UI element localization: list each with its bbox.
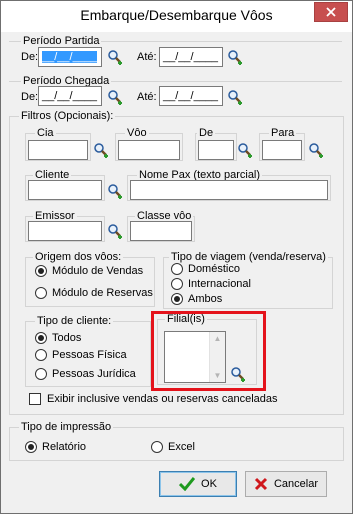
chegada-ate-field[interactable]: __/__/____ (159, 86, 223, 106)
ok-button[interactable]: OK (159, 471, 237, 497)
para-label: Para (269, 127, 297, 139)
dialog-window: Embarque/Desembarque Vôos Período Partid… (0, 0, 353, 514)
cia-field[interactable] (28, 140, 88, 160)
chegada-de-label: De: (21, 91, 39, 103)
checkbox-indicator (29, 393, 41, 405)
origem-label: Origem dos vôos: (33, 251, 124, 263)
origem-vendas-radio[interactable]: Módulo de Vendas (35, 265, 143, 277)
radio-indicator (35, 287, 47, 299)
search-icon[interactable] (107, 183, 123, 199)
check-icon (179, 477, 196, 491)
pessoa-fisica-radio[interactable]: Pessoas Física (35, 349, 127, 361)
pessoa-juridica-label: Pessoas Jurídica (52, 368, 136, 380)
de-field[interactable] (198, 140, 234, 160)
chegada-de-field[interactable]: __/__/____ (38, 86, 102, 106)
origem-reservas-label: Módulo de Reservas (52, 287, 153, 299)
window-title: Embarque/Desembarque Vôos (80, 7, 273, 23)
search-icon[interactable] (227, 89, 243, 105)
pessoa-juridica-radio[interactable]: Pessoas Jurídica (35, 368, 136, 380)
radio-indicator (35, 368, 47, 380)
voo-label: Vôo (125, 127, 149, 139)
tipo-cliente-label: Tipo de cliente: (35, 315, 114, 327)
excel-label: Excel (168, 441, 195, 453)
cliente-field[interactable] (28, 180, 102, 200)
internacional-label: Internacional (188, 278, 251, 290)
search-icon[interactable] (93, 142, 109, 158)
search-icon[interactable] (227, 49, 243, 65)
x-icon (254, 477, 268, 491)
para-field[interactable] (262, 140, 302, 160)
internacional-radio[interactable]: Internacional (171, 278, 251, 290)
radio-indicator (35, 349, 47, 361)
voo-field[interactable] (118, 140, 180, 160)
tipo-viagem-label: Tipo de viagem (venda/reserva) (169, 251, 328, 263)
cancel-label: Cancelar (273, 478, 319, 490)
de-label: De (197, 127, 216, 139)
excel-radio[interactable]: Excel (151, 441, 195, 453)
radio-indicator (171, 263, 183, 275)
filial-highlight-annotation (151, 311, 266, 391)
exibir-canceladas-checkbox[interactable]: Exibir inclusive vendas ou reservas canc… (29, 393, 278, 405)
cia-label: Cia (35, 127, 56, 139)
radio-indicator (171, 278, 183, 290)
ambos-label: Ambos (188, 293, 223, 305)
relatorio-label: Relatório (42, 441, 87, 453)
cancel-button[interactable]: Cancelar (245, 471, 327, 497)
filtros-label: Filtros (Opcionais): (19, 110, 116, 122)
pessoa-fisica-label: Pessoas Física (52, 349, 127, 361)
partida-de-label: De: (21, 51, 39, 63)
classe-voo-field[interactable] (130, 221, 192, 241)
domestico-label: Doméstico (188, 263, 240, 275)
search-icon[interactable] (237, 142, 253, 158)
close-button[interactable] (314, 2, 348, 22)
domestico-radio[interactable]: Doméstico (171, 263, 240, 275)
search-icon[interactable] (107, 223, 123, 239)
todos-label: Todos (52, 332, 82, 344)
search-icon[interactable] (308, 142, 324, 158)
search-icon[interactable] (107, 89, 123, 105)
radio-indicator (35, 332, 47, 344)
title-bar[interactable]: Embarque/Desembarque Vôos (1, 1, 352, 32)
radio-indicator (25, 441, 37, 453)
partida-ate-label: Até: (137, 51, 157, 63)
origem-reservas-radio[interactable]: Módulo de Reservas (35, 287, 153, 299)
chegada-ate-label: Até: (137, 91, 157, 103)
close-icon (326, 7, 336, 17)
ok-label: OK (201, 478, 217, 490)
ambos-radio[interactable]: Ambos (171, 293, 222, 305)
partida-ate-field[interactable]: __/__/____ (159, 47, 223, 67)
radio-indicator (151, 441, 163, 453)
radio-indicator (171, 293, 183, 305)
periodo-partida-label: Período Partida (21, 35, 102, 47)
nome-pax-field[interactable] (130, 180, 328, 200)
partida-de-field[interactable]: __/__/____ (38, 47, 102, 67)
tipo-impressao-label: Tipo de impressão (19, 421, 114, 433)
exibir-canceladas-label: Exibir inclusive vendas ou reservas canc… (47, 393, 278, 405)
todos-radio[interactable]: Todos (35, 332, 81, 344)
origem-vendas-label: Módulo de Vendas (52, 265, 144, 277)
search-icon[interactable] (107, 49, 123, 65)
radio-indicator (35, 265, 47, 277)
emissor-field[interactable] (28, 221, 102, 241)
relatorio-radio[interactable]: Relatório (25, 441, 86, 453)
